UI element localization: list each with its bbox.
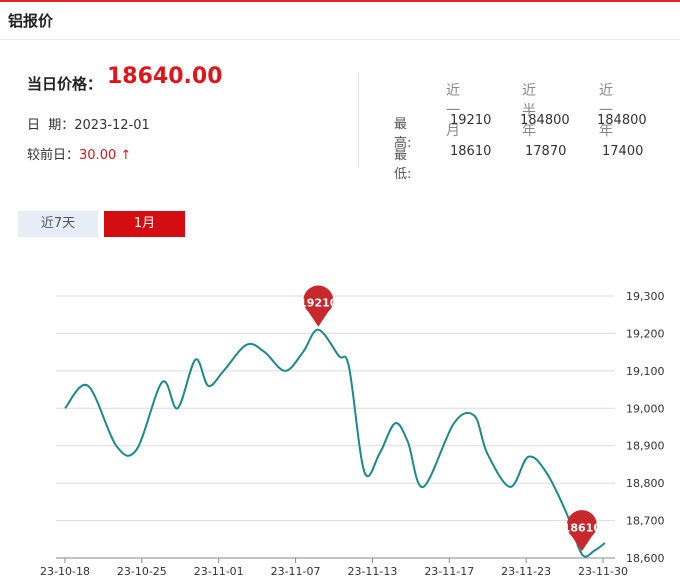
y-tick-label: 18,800 bbox=[626, 477, 665, 490]
x-tick-label: 23-10-18 bbox=[40, 565, 90, 578]
y-tick-label: 19,200 bbox=[626, 327, 665, 340]
x-tick-label: 23-11-07 bbox=[271, 565, 321, 578]
x-tick-label: 23-11-30 bbox=[578, 565, 628, 578]
x-tick-label: 23-11-17 bbox=[424, 565, 474, 578]
y-tick-label: 18,900 bbox=[626, 440, 665, 453]
y-tick-label: 18,700 bbox=[626, 515, 665, 528]
min-pin-label: 18610 bbox=[563, 521, 602, 534]
y-tick-label: 18,600 bbox=[626, 552, 665, 565]
y-tick-label: 19,000 bbox=[626, 402, 665, 415]
x-tick-label: 23-11-13 bbox=[347, 565, 397, 578]
x-tick-label: 23-11-23 bbox=[501, 565, 551, 578]
y-tick-label: 19,300 bbox=[626, 290, 665, 303]
price-line-chart: 18,600 18,700 18,800 18,900 19,000 19,100 19,2… bbox=[40, 285, 665, 578]
y-tick-label: 19,100 bbox=[626, 365, 665, 378]
x-tick-label: 23-11-01 bbox=[194, 565, 244, 578]
x-tick-label: 23-10-25 bbox=[117, 565, 167, 578]
price-series-line bbox=[64, 328, 606, 558]
max-pin-label: 19210 bbox=[299, 297, 338, 310]
